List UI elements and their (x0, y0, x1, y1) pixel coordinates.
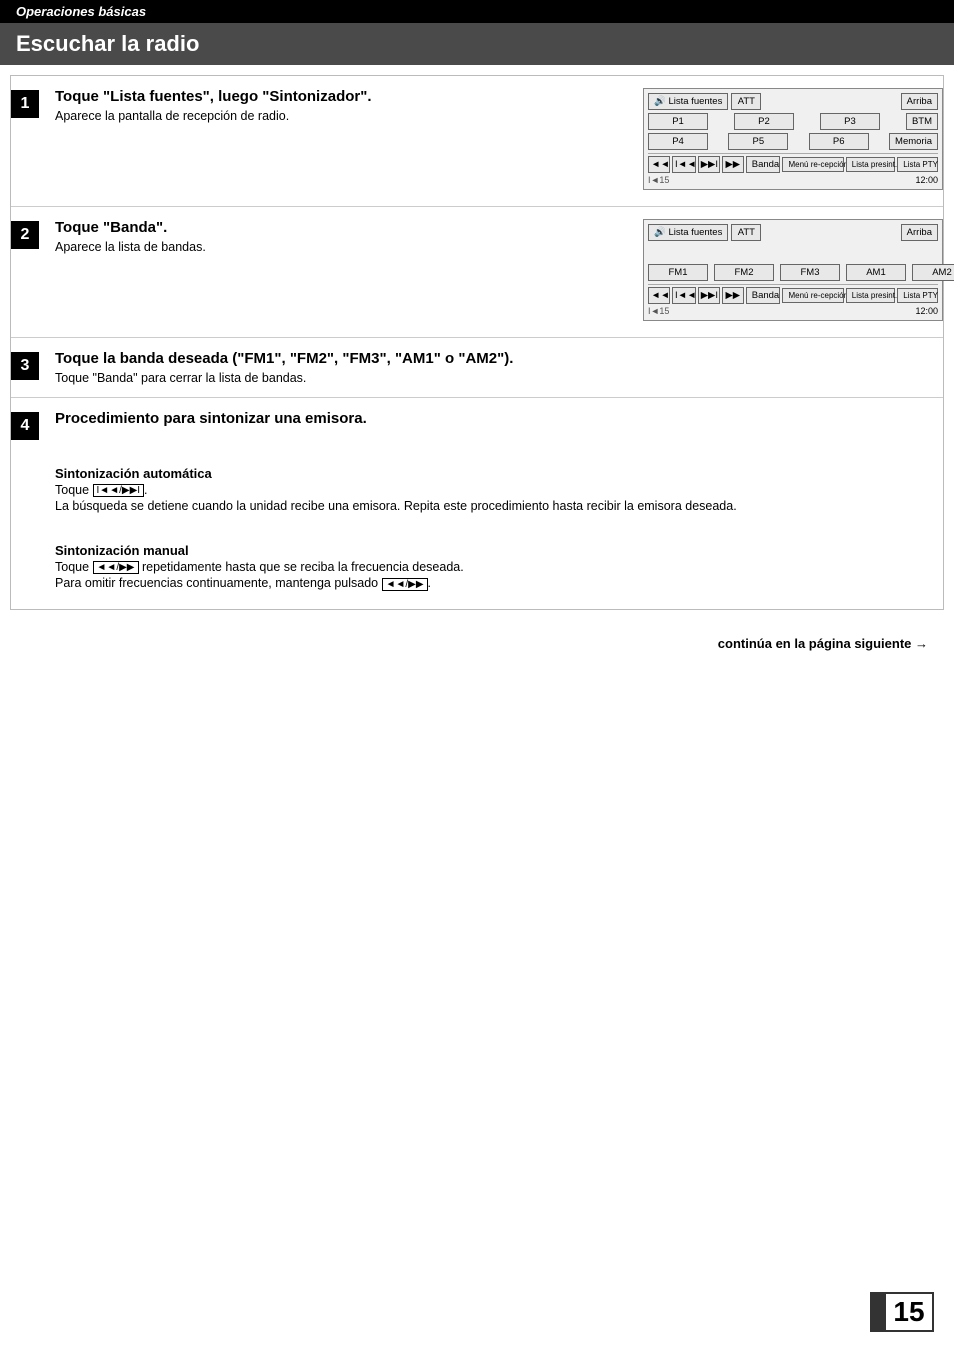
screen1-row3: P4 P5 P6 Memoria (648, 133, 938, 150)
ui-screen-2: 🔊 Lista fuentes ATT Arriba FM1 FM2 FM3 A… (643, 219, 943, 321)
lista-fuentes-btn-1[interactable]: 🔊 Lista fuentes (648, 93, 728, 110)
am1-btn[interactable]: AM1 (846, 264, 906, 281)
fm1-btn[interactable]: FM1 (648, 264, 708, 281)
screen2-status: I◄15 12:00 (648, 304, 938, 316)
rr-btn-1[interactable]: ◄◄ (648, 156, 670, 173)
arriba-btn-2[interactable]: Arriba (901, 224, 938, 241)
screen1-bottom-row: ◄◄ I◄◄ ▶▶I ▶▶ Banda Menú re-cepción List… (648, 153, 938, 173)
page-number-value: 15 (893, 1296, 924, 1328)
irr-btn-2[interactable]: I◄◄ (672, 287, 696, 304)
manual-tune-btn-icon2: ◄◄/▶▶ (382, 578, 428, 591)
manual-tune-btn-icon1: ◄◄/▶▶ (93, 561, 139, 574)
step-4-section: 4 Procedimiento para sintonizar una emis… (11, 398, 943, 609)
p2-btn[interactable]: P2 (734, 113, 794, 130)
step-2-left: Toque "Banda". Aparece la lista de banda… (55, 219, 627, 254)
escuchar-label: Escuchar la radio (16, 31, 199, 56)
time-1: 12:00 (915, 175, 938, 185)
fm3-btn[interactable]: FM3 (780, 264, 840, 281)
page-wrapper: Operaciones básicas Escuchar la radio 1 … (0, 0, 954, 1352)
ui-screen-1: 🔊 Lista fuentes ATT Arriba P1 P2 P3 BTM (643, 88, 943, 190)
ff-btn-1[interactable]: ▶▶ (722, 156, 744, 173)
menu-recep-btn-2[interactable]: Menú re-cepción (782, 288, 843, 303)
screen2-row1: 🔊 Lista fuentes ATT Arriba (648, 224, 938, 241)
step-1-screen: 🔊 Lista fuentes ATT Arriba P1 P2 P3 BTM (643, 88, 943, 194)
continue-text: continúa en la página siguiente → (10, 620, 944, 651)
step-2-section: 2 Toque "Banda". Aparece la lista de ban… (11, 207, 943, 338)
step-3-section: 3 Toque la banda deseada ("FM1", "FM2", … (11, 338, 943, 398)
rr-btn-2[interactable]: ◄◄ (648, 287, 670, 304)
step-4-badge: 4 (11, 412, 39, 440)
step-1-left: Toque "Lista fuentes", luego "Sintonizad… (55, 88, 627, 123)
p3-btn[interactable]: P3 (820, 113, 880, 130)
screen1-row1: 🔊 Lista fuentes ATT Arriba (648, 93, 938, 110)
page-number-area: 15 (870, 1292, 934, 1332)
memoria-btn[interactable]: Memoria (889, 133, 938, 150)
screen1-row2: P1 P2 P3 BTM (648, 113, 938, 130)
step-2-badge: 2 (11, 221, 39, 249)
header-operaciones: Operaciones básicas (0, 0, 954, 23)
ffi-btn-2[interactable]: ▶▶I (698, 287, 720, 304)
btm-btn[interactable]: BTM (906, 113, 938, 130)
indicator-1: I◄15 (648, 175, 669, 185)
att-btn-1[interactable]: ATT (731, 93, 761, 110)
auto-tune-line2: La búsqueda se detiene cuando la unidad … (55, 499, 737, 513)
lista-pty-btn-1[interactable]: Lista PTY (897, 157, 938, 172)
att-btn-2[interactable]: ATT (731, 224, 761, 241)
step-1-section: 1 Toque "Lista fuentes", luego "Sintoniz… (11, 76, 943, 207)
screen2-bottom-row: ◄◄ I◄◄ ▶▶I ▶▶ Banda Menú re-cepción List… (648, 284, 938, 304)
step-4-title: Procedimiento para sintonizar una emisor… (55, 410, 367, 427)
operaciones-label: Operaciones básicas (16, 4, 146, 19)
irr-btn-1[interactable]: I◄◄ (672, 156, 696, 173)
step-2-title: Toque "Banda". (55, 219, 627, 236)
manual-tune-section: Sintonización manual Toque ◄◄/▶▶ repetid… (11, 543, 464, 592)
screen2-spacer (648, 244, 938, 264)
step-2-screen: 🔊 Lista fuentes ATT Arriba FM1 FM2 FM3 A… (643, 219, 943, 325)
step-3-title: Toque la banda deseada ("FM1", "FM2", "F… (55, 350, 943, 367)
manual-tune-line2: Para omitir frecuencias continuamente, m… (55, 576, 464, 590)
step-3-left: Toque la banda deseada ("FM1", "FM2", "F… (55, 350, 943, 385)
menu-recep-btn-1[interactable]: Menú re-cepción (782, 157, 843, 172)
p6-btn[interactable]: P6 (809, 133, 869, 150)
am2-btn[interactable]: AM2 (912, 264, 954, 281)
time-2: 12:00 (915, 306, 938, 316)
lista-pty-btn-2[interactable]: Lista PTY (897, 288, 938, 303)
lista-presint-btn-2[interactable]: Lista presint. (846, 288, 896, 303)
step-1-title: Toque "Lista fuentes", luego "Sintonizad… (55, 88, 627, 105)
main-content-border: 1 Toque "Lista fuentes", luego "Sintoniz… (10, 75, 944, 610)
auto-tune-btn-icon: I◄◄/▶▶I (93, 484, 145, 497)
step-1-desc: Aparece la pantalla de recepción de radi… (55, 109, 627, 123)
p1-btn[interactable]: P1 (648, 113, 708, 130)
screen1-status: I◄15 12:00 (648, 173, 938, 185)
auto-tune-section: Sintonización automática Toque I◄◄/▶▶I. … (11, 466, 737, 515)
arriba-btn-1[interactable]: Arriba (901, 93, 938, 110)
ff-btn-2[interactable]: ▶▶ (722, 287, 744, 304)
banda-btn-2[interactable]: Banda (746, 287, 781, 304)
page-number-display: 15 (884, 1292, 934, 1332)
lista-presint-btn-1[interactable]: Lista presint. (846, 157, 896, 172)
indicator-2: I◄15 (648, 306, 669, 316)
continue-label: continúa en la página siguiente → (718, 636, 928, 651)
ffi-btn-1[interactable]: ▶▶I (698, 156, 720, 173)
manual-tune-title: Sintonización manual (55, 543, 464, 558)
banda-btn-1[interactable]: Banda (746, 156, 781, 173)
step-1-badge: 1 (11, 90, 39, 118)
p4-btn[interactable]: P4 (648, 133, 708, 150)
fm2-btn[interactable]: FM2 (714, 264, 774, 281)
step-3-badge: 3 (11, 352, 39, 380)
page-number-black-bar (870, 1292, 884, 1332)
auto-tune-line1: Toque I◄◄/▶▶I. (55, 483, 737, 497)
manual-tune-line1: Toque ◄◄/▶▶ repetidamente hasta que se r… (55, 560, 464, 574)
step-2-desc: Aparece la lista de bandas. (55, 240, 627, 254)
screen2-bands-row: FM1 FM2 FM3 AM1 AM2 (648, 264, 938, 281)
p5-btn[interactable]: P5 (728, 133, 788, 150)
step-4-header-row: 4 Procedimiento para sintonizar una emis… (11, 410, 367, 440)
header-escuchar: Escuchar la radio (0, 23, 954, 65)
auto-tune-title: Sintonización automática (55, 466, 737, 481)
lista-fuentes-btn-2[interactable]: 🔊 Lista fuentes (648, 224, 728, 241)
step-3-desc: Toque "Banda" para cerrar la lista de ba… (55, 371, 943, 385)
